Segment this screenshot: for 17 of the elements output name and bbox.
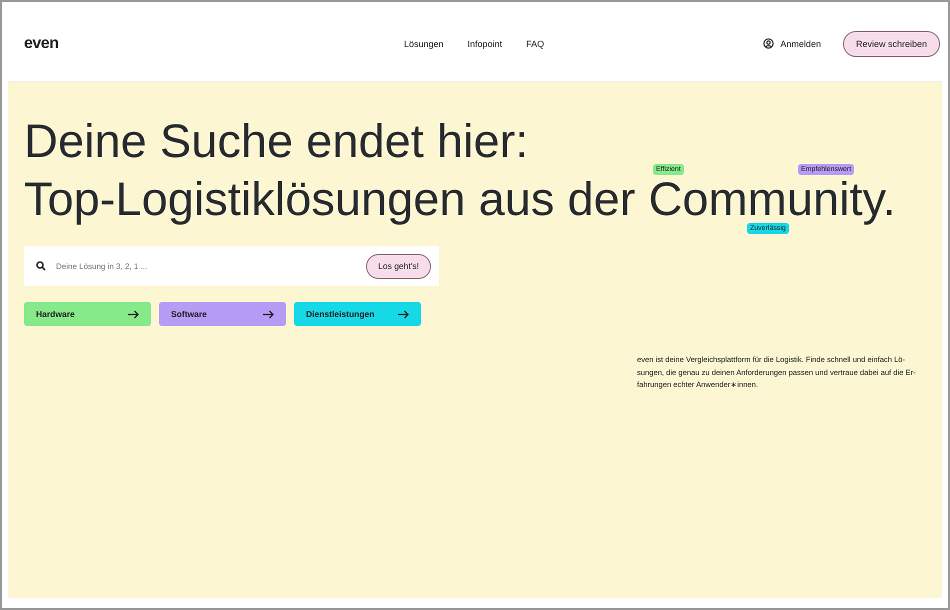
nav-link[interactable]: Infopoint <box>468 38 502 48</box>
user-icon <box>763 38 774 49</box>
arrow-right-icon <box>263 310 274 318</box>
nav-link[interactable]: FAQ <box>526 38 544 48</box>
search-button[interactable]: Los geht's! <box>366 254 431 278</box>
category-button[interactable]: Software <box>159 302 286 326</box>
arrow-right-icon <box>398 310 409 318</box>
category-button[interactable]: Dienstleistungen <box>294 302 421 326</box>
login-link[interactable]: Anmelden <box>763 38 821 49</box>
logo[interactable]: even <box>24 34 404 52</box>
arrow-right-icon <box>128 310 139 318</box>
search-icon <box>36 261 46 271</box>
search-field[interactable]: Deine Lösung in 3, 2, 1 ... Los geht's! <box>24 246 439 286</box>
nav-link[interactable]: Lösungen <box>404 38 444 48</box>
headline: Deine Suche endet hier: <box>24 118 528 164</box>
category-button[interactable]: Hardware <box>24 302 151 326</box>
review-button[interactable]: Review schreiben <box>842 30 940 56</box>
